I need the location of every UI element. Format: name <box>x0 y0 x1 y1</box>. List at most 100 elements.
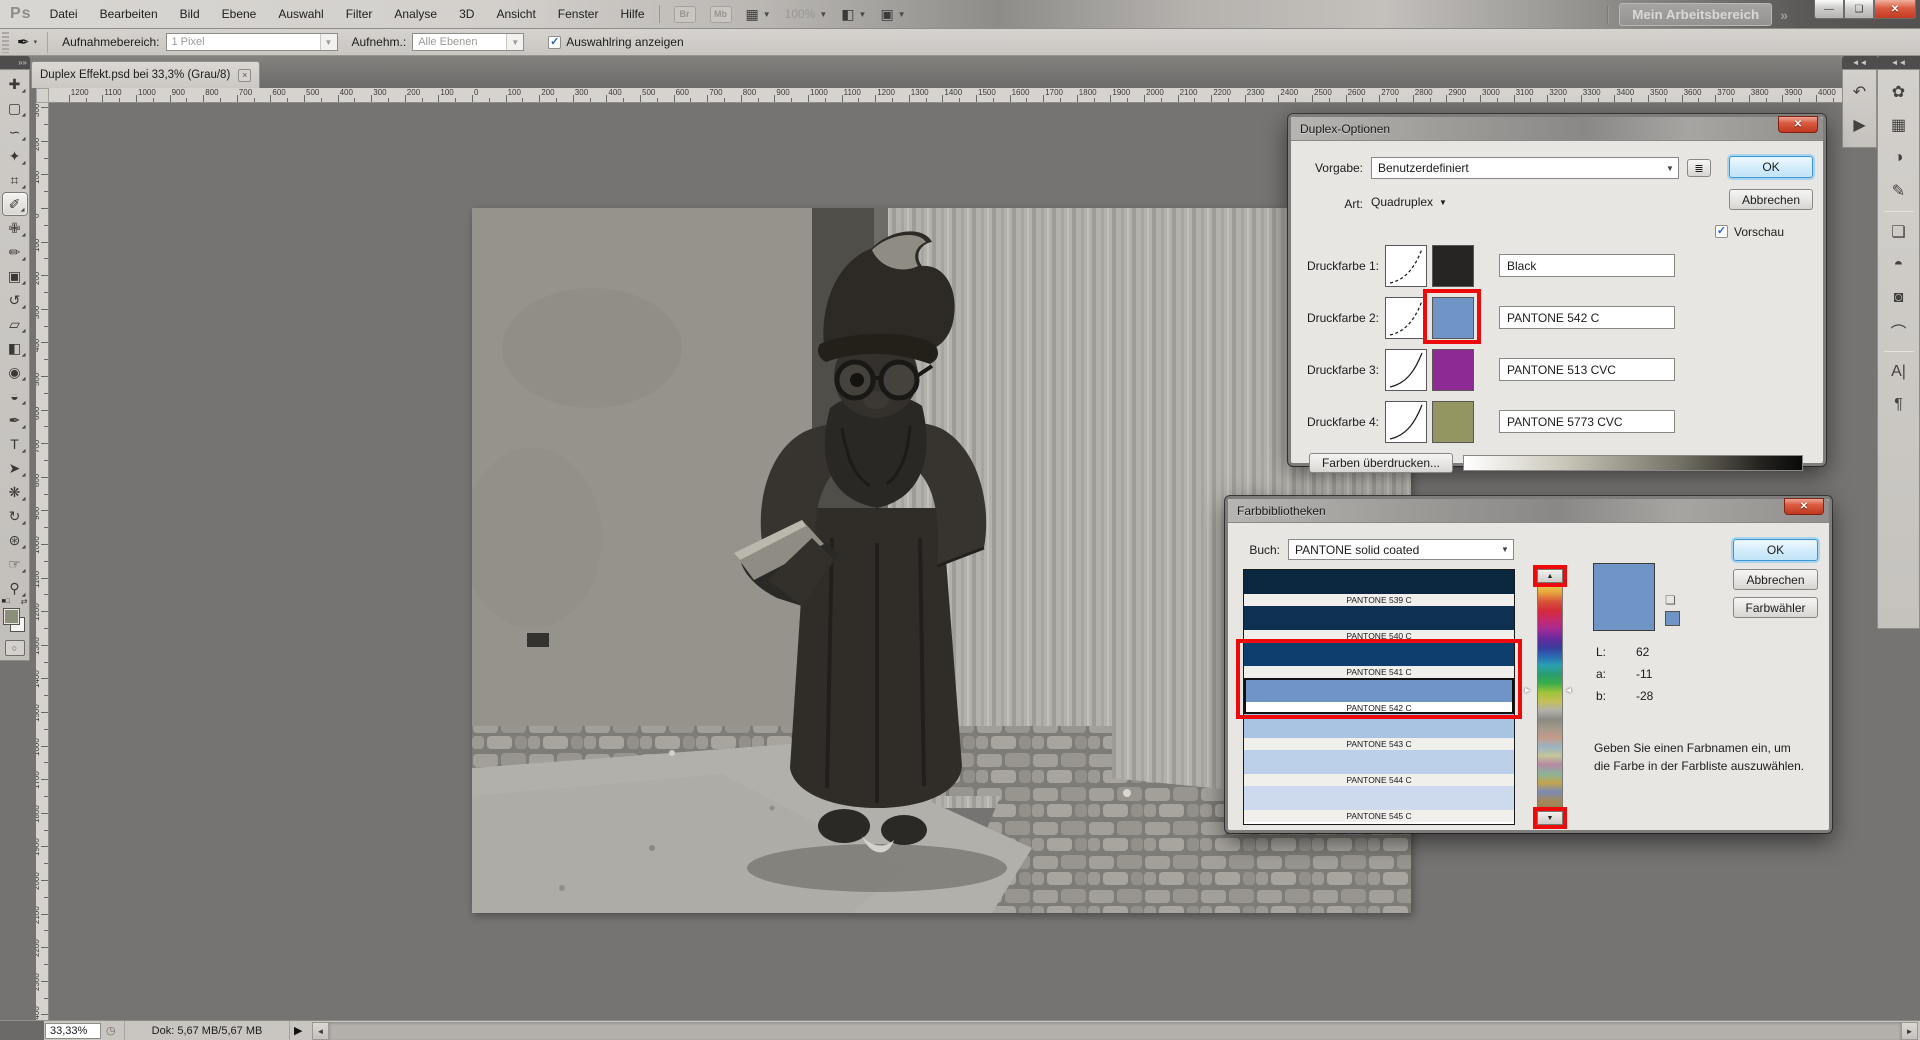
type-tool[interactable]: T◢ <box>2 432 28 456</box>
sample-size-select[interactable]: 1 Pixel▼ <box>166 33 338 51</box>
clone-stamp-tool[interactable]: ▣◢ <box>2 264 28 288</box>
crop-tool[interactable]: ⌗◢ <box>2 168 28 192</box>
ink-name-field-2[interactable]: PANTONE 542 C <box>1499 306 1675 329</box>
paths-panel-icon[interactable]: ⌒ <box>1884 316 1914 346</box>
view-extras-dropdown[interactable]: ▦▼ <box>746 6 771 23</box>
history-brush-tool[interactable]: ↺◢ <box>2 288 28 312</box>
workspace-button[interactable]: Mein Arbeitsbereich <box>1619 3 1772 26</box>
hscroll-track[interactable] <box>329 1022 1901 1040</box>
ink-color-swatch-2[interactable] <box>1432 297 1474 339</box>
options-bar-grip[interactable] <box>2 32 9 53</box>
menu-ebene[interactable]: Ebene <box>222 7 257 21</box>
ink-name-field-1[interactable]: Black <box>1499 254 1675 277</box>
ink-curve-thumbnail-3[interactable] <box>1385 349 1427 391</box>
ink-color-swatch-3[interactable] <box>1432 349 1474 391</box>
toolbox-collapse-header[interactable]: »» <box>0 56 30 69</box>
vertical-ruler[interactable]: 3002001000100200300400500600700800900100… <box>36 103 49 1020</box>
default-colors-icon[interactable]: ■□ <box>2 598 10 605</box>
window-restore-button[interactable]: ❏ <box>1844 0 1874 19</box>
ink-curve-thumbnail-2[interactable] <box>1385 297 1427 339</box>
menu-3d[interactable]: 3D <box>459 7 474 21</box>
hand-tool[interactable]: ☞◢ <box>2 552 28 576</box>
hscroll-right-arrow[interactable]: ► <box>1901 1022 1918 1040</box>
dock-inner-collapse-header[interactable]: ◄◄ <box>1842 56 1877 69</box>
book-select[interactable]: PANTONE solid coated▼ <box>1288 539 1514 560</box>
document-tab[interactable]: Duplex Effekt.psd bei 33,3% (Grau/8) × <box>31 61 260 88</box>
character-panel-icon[interactable]: A| <box>1884 357 1914 387</box>
pantone-swatch-pantone-544-c[interactable]: PANTONE 544 C <box>1244 750 1514 786</box>
tool-preset-picker[interactable]: ✒ ▾ <box>13 32 48 53</box>
healing-brush-tool[interactable]: ✙◢ <box>2 216 28 240</box>
hue-scroll-down-button[interactable]: ▼ <box>1537 811 1563 825</box>
masks-panel-icon[interactable]: ◙ <box>1884 283 1914 313</box>
hue-marker-right[interactable]: ◂ <box>1566 685 1571 696</box>
hue-marker-left[interactable]: ▸ <box>1525 685 1530 696</box>
gamut-color-swatch[interactable] <box>1665 611 1680 626</box>
pen-tool[interactable]: ✒◢ <box>2 408 28 432</box>
menu-ansicht[interactable]: Ansicht <box>496 7 535 21</box>
library-dialog-close-button[interactable]: ✕ <box>1784 498 1824 515</box>
ink-curve-thumbnail-4[interactable] <box>1385 401 1427 443</box>
eraser-tool[interactable]: ▱◢ <box>2 312 28 336</box>
sample-layers-select[interactable]: Alle Ebenen▼ <box>412 33 524 51</box>
status-menu-arrow-icon[interactable]: ▶ <box>294 1024 302 1037</box>
overprint-colors-button[interactable]: Farben überdrucken... <box>1309 453 1453 473</box>
pantone-swatch-pantone-541-c[interactable]: PANTONE 541 C <box>1244 642 1514 678</box>
3d-orbit-tool[interactable]: ⊛◢ <box>2 528 28 552</box>
hue-scroll-up-button[interactable]: ▲ <box>1537 569 1563 583</box>
quick-mask-button[interactable]: ○ <box>5 640 25 656</box>
ink-name-field-4[interactable]: PANTONE 5773 CVC <box>1499 410 1675 433</box>
lasso-tool[interactable]: ∽◢ <box>2 120 28 144</box>
ink-color-swatch-1[interactable] <box>1432 245 1474 287</box>
window-minimize-button[interactable]: — <box>1814 0 1844 19</box>
color-panel-icon[interactable]: ✿ <box>1884 77 1914 107</box>
menu-fenster[interactable]: Fenster <box>558 7 599 21</box>
menu-bearbeiten[interactable]: Bearbeiten <box>100 7 158 21</box>
swap-colors-icon[interactable]: ⇄ <box>21 597 28 606</box>
preview-checkbox[interactable]: ✓ <box>1715 225 1728 238</box>
preset-select[interactable]: Benutzerdefiniert▼ <box>1371 157 1679 179</box>
show-sampling-ring-checkbox[interactable]: ✓ <box>548 36 561 49</box>
quick-selection-tool[interactable]: ✦◢ <box>2 144 28 168</box>
library-dialog-titlebar[interactable]: Farbbibliotheken ✕ <box>1228 499 1829 523</box>
menu-bild[interactable]: Bild <box>180 7 200 21</box>
ink-curve-thumbnail-1[interactable] <box>1385 245 1427 287</box>
status-zoom-field[interactable]: 33,33% <box>45 1023 101 1039</box>
document-tab-close-icon[interactable]: × <box>238 69 251 82</box>
channels-panel-icon[interactable]: ◓ <box>1884 250 1914 280</box>
3d-rotate-tool[interactable]: ↻◢ <box>2 504 28 528</box>
layers-panel-icon[interactable]: ❏ <box>1884 217 1914 247</box>
paragraph-panel-icon[interactable]: ¶ <box>1884 390 1914 420</box>
history-panel-icon[interactable]: ↶ <box>1845 77 1875 107</box>
hue-slider[interactable] <box>1537 583 1563 811</box>
zoom-level-dropdown[interactable]: 100%▼ <box>785 7 828 21</box>
duplex-cancel-button[interactable]: Abbrechen <box>1729 189 1813 210</box>
duplex-dialog-titlebar[interactable]: Duplex-Optionen ✕ <box>1291 117 1823 141</box>
color-picker-button[interactable]: Farbwähler <box>1733 597 1818 618</box>
horizontal-ruler[interactable]: 1200110010009008007006005004003002001000… <box>36 88 1920 103</box>
library-cancel-button[interactable]: Abbrechen <box>1733 569 1818 590</box>
screen-mode-dropdown[interactable]: ▣▼ <box>880 6 905 23</box>
menu-hilfe[interactable]: Hilfe <box>620 7 644 21</box>
actions-panel-icon[interactable]: ▶ <box>1845 110 1875 140</box>
eyedropper-tool[interactable]: ✐◢ <box>2 192 28 216</box>
hscroll-left-arrow[interactable]: ◄ <box>312 1022 329 1040</box>
rectangular-marquee-tool[interactable]: ▢◢ <box>2 96 28 120</box>
menu-filter[interactable]: Filter <box>346 7 373 21</box>
pantone-swatch-pantone-540-c[interactable]: PANTONE 540 C <box>1244 606 1514 642</box>
window-close-button[interactable]: ✕ <box>1874 0 1916 19</box>
pantone-swatch-list[interactable]: PANTONE 539 CPANTONE 540 CPANTONE 541 C P… <box>1243 569 1515 825</box>
menu-auswahl[interactable]: Auswahl <box>278 7 323 21</box>
preset-list-button[interactable]: ≣ <box>1687 159 1711 177</box>
brush-tool[interactable]: ✏◢ <box>2 240 28 264</box>
custom-shape-tool[interactable]: ❋◢ <box>2 480 28 504</box>
adjustments-panel-icon[interactable]: ◑ <box>1884 143 1914 173</box>
status-doc-size[interactable]: Dok: 5,67 MB/5,67 MB <box>124 1021 290 1040</box>
pantone-swatch-pantone-539-c[interactable]: PANTONE 539 C <box>1244 570 1514 606</box>
workspace-overflow-chevron[interactable]: » <box>1780 7 1788 23</box>
pantone-swatch-pantone-545-c[interactable]: PANTONE 545 C <box>1244 786 1514 822</box>
type-select[interactable]: Quadruplex▼ <box>1371 195 1447 209</box>
brushes-panel-icon[interactable]: ✎ <box>1884 176 1914 206</box>
mobile-launch-button[interactable]: Mb <box>710 6 732 23</box>
menu-datei[interactable]: Datei <box>50 7 78 21</box>
